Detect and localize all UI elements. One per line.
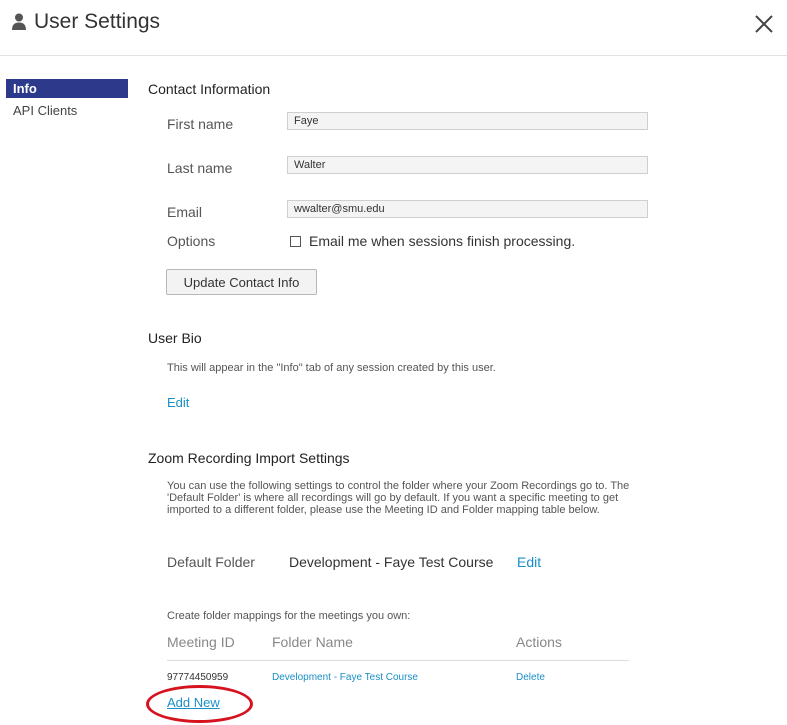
default-folder-value: Development - Faye Test Course [289,554,494,570]
default-folder-label: Default Folder [167,554,255,570]
last-name-field[interactable] [287,156,648,174]
column-header-meeting-id: Meeting ID [167,634,235,650]
bio-edit-link[interactable]: Edit [167,395,189,410]
first-name-field[interactable] [287,112,648,130]
sidebar-item-info[interactable]: Info [6,79,128,98]
page-title: User Settings [34,10,161,33]
header-divider [0,55,787,56]
user-bio-heading: User Bio [148,330,202,346]
folder-mappings-intro: Create folder mappings for the meetings … [167,610,411,622]
column-header-actions: Actions [516,634,562,650]
table-header-divider [167,660,629,661]
zoom-settings-description: You can use the following settings to co… [167,480,630,516]
email-field[interactable] [287,200,648,218]
email-notify-checkbox[interactable] [290,236,301,247]
email-label: Email [167,204,203,220]
default-folder-edit-link[interactable]: Edit [517,554,541,570]
user-icon [12,13,26,30]
email-notify-label: Email me when sessions finish processing… [309,233,576,249]
sidebar-item-api-clients[interactable]: API Clients [6,101,128,120]
contact-info-heading: Contact Information [148,81,271,97]
last-name-label: Last name [167,160,233,176]
update-contact-info-button[interactable]: Update Contact Info [166,269,317,295]
mapping-delete-link[interactable]: Delete [516,672,545,683]
mapping-meeting-id: 97774450959 [167,672,229,683]
user-bio-description: This will appear in the "Info" tab of an… [167,362,496,374]
first-name-label: First name [167,116,234,132]
options-label: Options [167,233,216,249]
column-header-folder-name: Folder Name [272,634,353,650]
mapping-folder-link[interactable]: Development - Faye Test Course [272,672,418,683]
add-new-mapping-link[interactable]: Add New [167,695,220,710]
zoom-settings-heading: Zoom Recording Import Settings [148,450,350,466]
close-icon[interactable] [752,12,776,36]
